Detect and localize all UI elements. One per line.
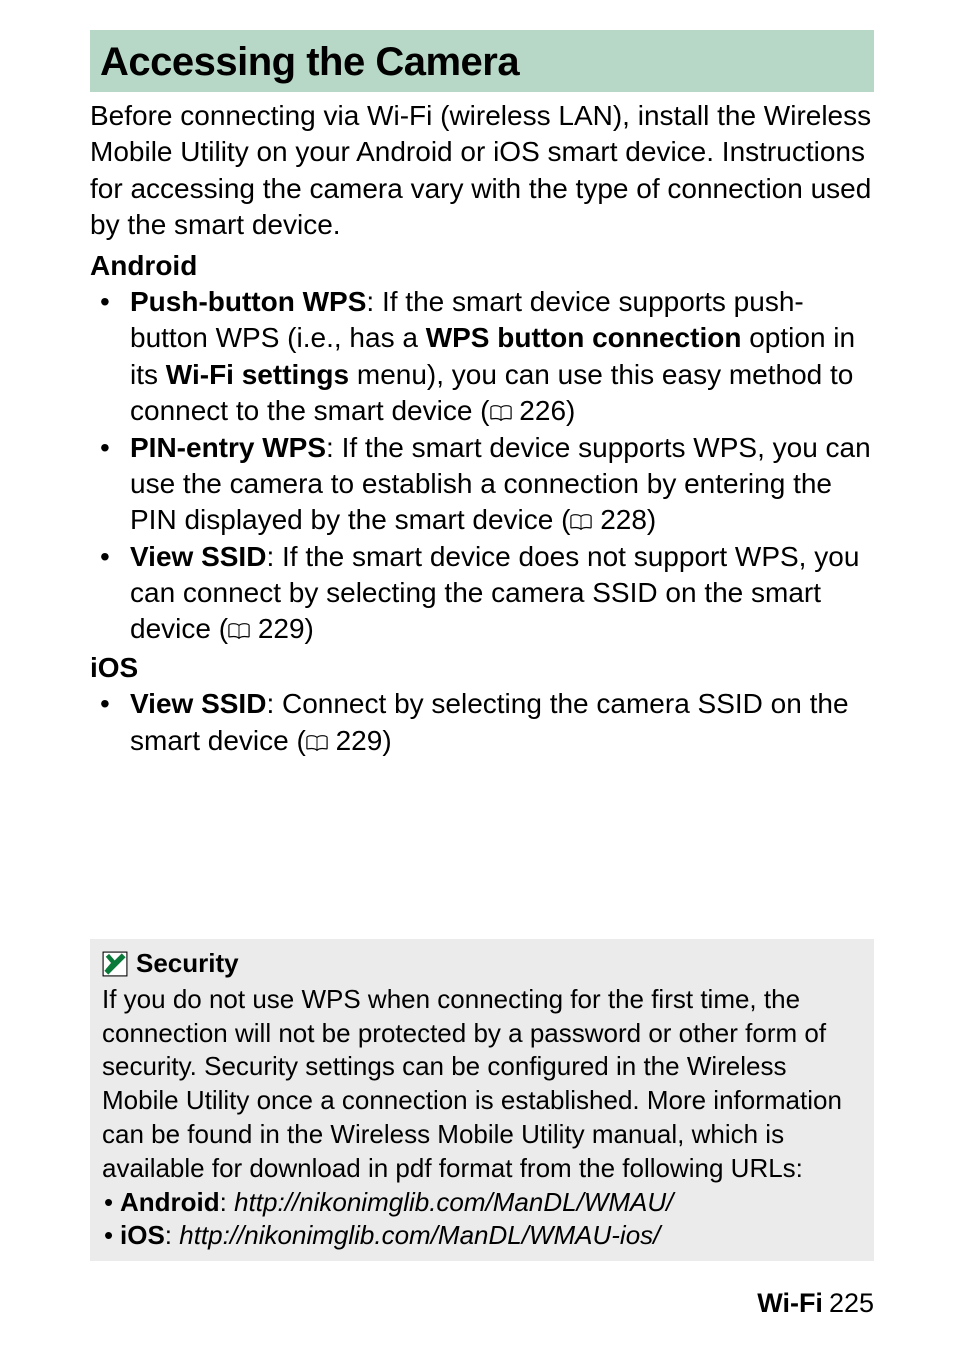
item-label: View SSID	[130, 688, 266, 719]
page-ref-icon	[490, 405, 512, 421]
list-item: View SSID: Connect by selecting the came…	[90, 686, 874, 759]
item-label: PIN-entry WPS	[130, 432, 326, 463]
link-label: iOS	[120, 1220, 165, 1250]
page-ref-icon	[306, 735, 328, 751]
separator: :	[165, 1220, 179, 1250]
android-heading: Android	[90, 248, 874, 284]
footer-page: 225	[829, 1288, 874, 1318]
list-item: PIN-entry WPS: If the smart device suppo…	[90, 430, 874, 539]
page-ref: 229)	[250, 613, 314, 644]
link-url: http://nikonimglib.com/ManDL/WMAU/	[234, 1187, 673, 1217]
page-footer: Wi-Fi225	[757, 1286, 874, 1321]
item-text: WPS button connection	[426, 322, 742, 353]
page-ref: 228)	[592, 504, 656, 535]
warning-icon	[102, 951, 128, 977]
list-item: Push-button WPS: If the smart device sup…	[90, 284, 874, 430]
note-title: Security	[136, 947, 239, 981]
separator: :	[220, 1187, 234, 1217]
page-ref: 229)	[328, 725, 392, 756]
item-text: Wi-Fi settings	[166, 359, 349, 390]
item-label: View SSID	[130, 541, 266, 572]
security-note: Security If you do not use WPS when conn…	[90, 939, 874, 1261]
link-url: http://nikonimglib.com/ManDL/WMAU-ios/	[179, 1220, 660, 1250]
ios-heading: iOS	[90, 650, 874, 686]
page-ref: 226)	[512, 395, 576, 426]
section-heading: Accessing the Camera	[90, 30, 874, 92]
ios-list: View SSID: Connect by selecting the came…	[90, 686, 874, 759]
list-item: View SSID: If the smart device does not …	[90, 539, 874, 648]
link-label: Android	[120, 1187, 220, 1217]
list-item: iOS: http://nikonimglib.com/ManDL/WMAU-i…	[102, 1219, 862, 1253]
note-body: If you do not use WPS when connecting fo…	[102, 983, 862, 1186]
note-links: Android: http://nikonimglib.com/ManDL/WM…	[102, 1186, 862, 1254]
page-ref-icon	[570, 514, 592, 530]
intro-paragraph: Before connecting via Wi-Fi (wireless LA…	[90, 98, 874, 244]
android-list: Push-button WPS: If the smart device sup…	[90, 284, 874, 648]
item-label: Push-button WPS	[130, 286, 366, 317]
list-item: Android: http://nikonimglib.com/ManDL/WM…	[102, 1186, 862, 1220]
page-ref-icon	[228, 623, 250, 639]
footer-section: Wi-Fi	[757, 1288, 823, 1318]
